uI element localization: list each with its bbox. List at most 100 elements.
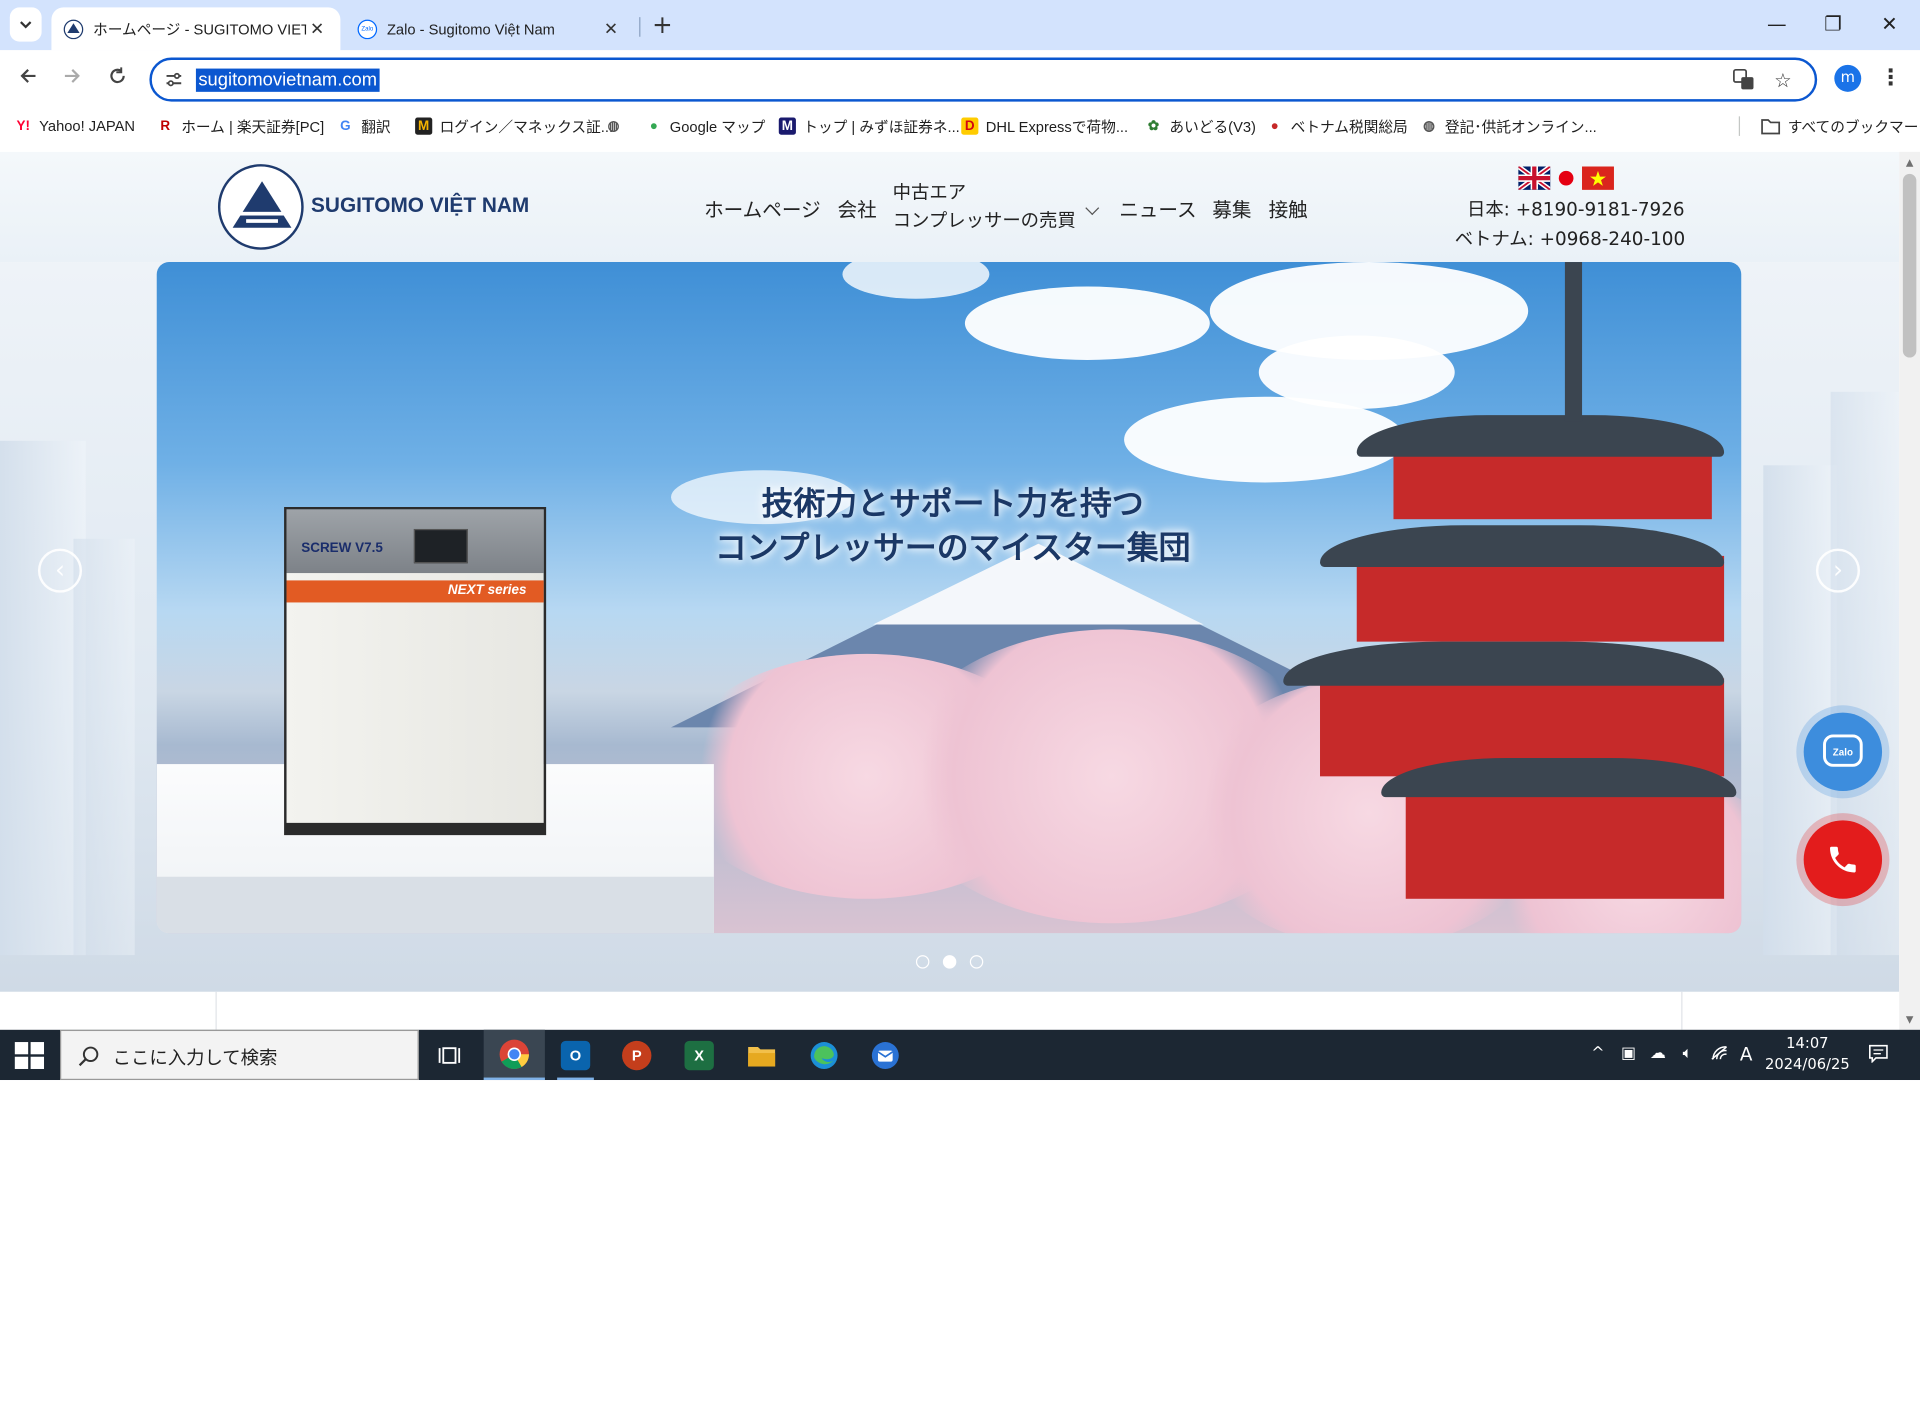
close-window-button[interactable]: ✕ bbox=[1861, 7, 1917, 41]
bookmark-globe[interactable]: ◍ bbox=[605, 115, 629, 137]
tab-zalo[interactable]: Zalo Zalo - Sugitomo Việt Nam ✕ bbox=[345, 7, 634, 50]
bookmark-star-icon[interactable]: ☆ bbox=[1771, 69, 1795, 93]
aidoru-icon: ✿ bbox=[1147, 118, 1160, 134]
bookmark-aidoru[interactable]: ✿ あいどる(V3) bbox=[1145, 115, 1256, 137]
translate-page-icon[interactable] bbox=[1731, 68, 1755, 93]
zalo-favicon-icon: Zalo bbox=[357, 18, 378, 39]
call-button[interactable] bbox=[1803, 820, 1883, 899]
slider-dot-1[interactable] bbox=[915, 955, 930, 969]
bookmarks-separator bbox=[1738, 116, 1741, 136]
folder-icon bbox=[1761, 119, 1781, 135]
folder-icon bbox=[748, 1046, 776, 1066]
brand-name[interactable]: SUGITOMO VIỆT NAM bbox=[311, 193, 529, 217]
url-text[interactable]: sugitomovietnam.com bbox=[195, 68, 380, 92]
show-hidden-icons-icon[interactable]: ^ bbox=[1588, 1044, 1608, 1064]
translate-icon: G bbox=[340, 118, 351, 134]
nav-used-compressors-line2[interactable]: コンプレッサーの売買 bbox=[893, 207, 1076, 233]
vietnam-flag-icon[interactable] bbox=[1582, 166, 1614, 190]
taskbar-thunderbird[interactable] bbox=[855, 1030, 916, 1080]
bookmark-yahoo[interactable]: Y! Yahoo! JAPAN bbox=[15, 115, 135, 137]
compressor-product-image: SCREW V7.5 NEXT series bbox=[284, 506, 547, 836]
taskbar-clock[interactable]: 14:07 2024/06/25 bbox=[1761, 1033, 1854, 1075]
windows-start-icon[interactable] bbox=[14, 1042, 45, 1069]
japan-flag-icon[interactable] bbox=[1555, 167, 1577, 190]
site-settings-icon[interactable] bbox=[164, 70, 184, 90]
reload-button[interactable] bbox=[100, 62, 134, 96]
zalo-chat-button[interactable]: Zalo bbox=[1803, 712, 1883, 792]
nav-news[interactable]: ニュース bbox=[1119, 193, 1196, 222]
slider-next-button[interactable]: › bbox=[1815, 548, 1861, 593]
bookmark-registry-online[interactable]: ◍ 登記･供託オンライン... bbox=[1420, 115, 1597, 137]
chevron-down-icon bbox=[20, 21, 32, 29]
bookmark-monex[interactable]: M ログイン／マネックス証... bbox=[415, 115, 613, 137]
slider-prev-button[interactable]: ‹ bbox=[37, 548, 83, 593]
taskbar-search[interactable]: ここに入力して検索 bbox=[60, 1029, 419, 1081]
scroll-down-arrow-icon[interactable]: ▼ bbox=[1904, 1014, 1915, 1025]
minimize-button[interactable]: — bbox=[1749, 7, 1805, 41]
tab-title: Zalo - Sugitomo Việt Nam bbox=[386, 20, 555, 38]
bookmark-label: Yahoo! JAPAN bbox=[39, 117, 136, 135]
taskbar-chrome[interactable] bbox=[483, 1029, 545, 1081]
network-icon[interactable] bbox=[1709, 1044, 1729, 1064]
page-scrollbar[interactable]: ▲ ▼ bbox=[1899, 151, 1920, 1030]
compressor-control-panel bbox=[413, 528, 468, 564]
bookmark-rakuten[interactable]: R ホーム | 楽天証券[PC] bbox=[157, 115, 324, 137]
restore-button[interactable]: ❐ bbox=[1805, 7, 1861, 41]
tab-close-icon[interactable]: ✕ bbox=[600, 18, 622, 39]
tab-sugitomo[interactable]: ホームページ - SUGITOMO VIETNA ✕ bbox=[51, 7, 341, 51]
bookmark-mizuho[interactable]: M トップ | みずほ証券ネ... bbox=[778, 115, 960, 137]
onedrive-icon[interactable]: ☁ bbox=[1648, 1044, 1668, 1064]
taskbar-excel[interactable]: X bbox=[669, 1030, 730, 1080]
sugitomo-logo[interactable] bbox=[217, 164, 304, 250]
browser-menu-icon[interactable]: ⋮ bbox=[1878, 65, 1902, 92]
new-tab-button[interactable]: + bbox=[649, 10, 676, 39]
tab-close-icon[interactable]: ✕ bbox=[306, 18, 328, 39]
bookmark-label: 翻訳 bbox=[361, 118, 391, 136]
back-button[interactable] bbox=[11, 62, 45, 96]
volume-icon[interactable]: 🔈︎ bbox=[1678, 1044, 1698, 1064]
nav-home[interactable]: ホームページ bbox=[704, 193, 821, 222]
taskbar-file-explorer[interactable] bbox=[731, 1030, 792, 1080]
task-view-button[interactable] bbox=[420, 1030, 481, 1080]
bookmark-translate[interactable]: G 翻訳 bbox=[337, 115, 391, 137]
notifications-icon[interactable] bbox=[1869, 1044, 1889, 1064]
compressor-series-band: NEXT series bbox=[286, 580, 544, 603]
scrollbar-thumb[interactable] bbox=[1902, 173, 1917, 358]
logo-bar bbox=[246, 219, 278, 223]
cloud bbox=[1258, 335, 1455, 409]
bookmark-google-maps[interactable]: ● Google マップ bbox=[645, 115, 766, 137]
nav-contact[interactable]: 接触 bbox=[1269, 193, 1308, 222]
bookmark-label: ベトナム税関総局 bbox=[1290, 118, 1408, 136]
scroll-up-arrow-icon[interactable]: ▲ bbox=[1904, 157, 1915, 168]
taskbar-outlook[interactable]: O bbox=[545, 1030, 606, 1081]
pagoda-roof bbox=[1320, 525, 1725, 567]
profile-avatar[interactable]: m bbox=[1834, 64, 1862, 92]
address-bar[interactable]: sugitomovietnam.com ☆ bbox=[149, 57, 1818, 102]
nav-used-compressors-line1[interactable]: 中古エア bbox=[893, 179, 966, 205]
tab-search-button[interactable] bbox=[9, 7, 42, 42]
all-bookmarks-button[interactable]: すべてのブックマーク bbox=[1761, 115, 1920, 137]
bookmark-dhl[interactable]: D DHL Expressで荷物... bbox=[961, 115, 1128, 137]
meet-now-icon[interactable]: ▣ bbox=[1619, 1044, 1639, 1064]
taskbar-edge[interactable] bbox=[793, 1030, 854, 1080]
ime-indicator[interactable]: A bbox=[1736, 1044, 1756, 1064]
uk-flag-icon[interactable] bbox=[1518, 166, 1551, 190]
pagoda-tier bbox=[1356, 555, 1725, 642]
nav-company[interactable]: 会社 bbox=[838, 193, 877, 222]
mizuho-icon: M bbox=[778, 117, 796, 135]
slider-dot-3[interactable] bbox=[969, 955, 984, 969]
taskbar-powerpoint[interactable]: P bbox=[606, 1030, 667, 1080]
forward-button[interactable] bbox=[55, 62, 89, 96]
phone-vietnam[interactable]: ベトナム: +0968-240-100 bbox=[1455, 225, 1685, 251]
chevron-down-icon[interactable] bbox=[1085, 201, 1100, 216]
forward-arrow-icon bbox=[64, 69, 80, 83]
nav-recruit[interactable]: 募集 bbox=[1212, 193, 1251, 222]
customs-icon: ● bbox=[1270, 118, 1279, 134]
bookmark-label: あいどる(V3) bbox=[1169, 118, 1256, 136]
slider-dot-2[interactable] bbox=[942, 955, 957, 969]
tab-separator bbox=[639, 17, 641, 37]
bookmark-vietnam-customs[interactable]: ● ベトナム税関総局 bbox=[1266, 115, 1408, 137]
phone-japan[interactable]: 日本: +8190-9181-7926 bbox=[1467, 196, 1685, 222]
rakuten-icon: R bbox=[160, 118, 171, 134]
all-bookmarks-label: すべてのブックマーク bbox=[1787, 118, 1920, 136]
